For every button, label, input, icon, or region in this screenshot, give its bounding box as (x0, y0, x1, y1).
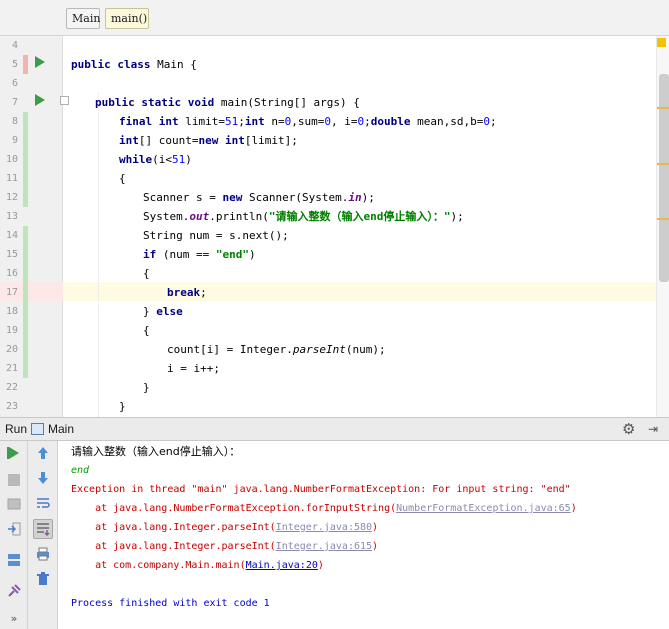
line-number-current: 17 (5, 287, 18, 298)
line-number: 9 (11, 135, 18, 146)
run-toolbar-right (28, 441, 58, 629)
code-line-9: int[] count=new int[limit]; (119, 134, 298, 147)
code-line-12: Scanner s = new Scanner(System.in); (143, 191, 375, 204)
line-number: 18 (5, 306, 18, 317)
line-number: 22 (5, 382, 18, 393)
line-number: 14 (5, 230, 18, 241)
line-number: 10 (5, 154, 18, 165)
warning-marker[interactable] (657, 107, 669, 109)
print-icon[interactable] (34, 545, 52, 563)
line-number: 8 (11, 116, 18, 127)
console-prompt-line: 请输入整数（输入end停止输入）： (71, 445, 241, 458)
code-line-8: final int limit=51;int n=0,sum=0, i=0;do… (119, 115, 497, 128)
breadcrumb-method-main[interactable]: main() (105, 8, 149, 29)
stack-trace-line: at java.lang.Integer.parseInt(Integer.ja… (71, 522, 379, 533)
warning-indicator-icon[interactable] (657, 38, 666, 47)
code-line-20: count[i] = Integer.parseInt(num); (167, 343, 386, 356)
line-number: 13 (5, 211, 18, 222)
line-number: 16 (5, 268, 18, 279)
breadcrumb: Main main() (0, 0, 669, 36)
code-line-16: { (143, 267, 150, 280)
stack-trace-line: at java.lang.Integer.parseInt(Integer.ja… (71, 541, 379, 552)
change-marker (23, 112, 28, 207)
run-panel-header: Run Main ⚙ ⇥ (0, 417, 669, 441)
current-line-highlight (63, 282, 656, 301)
change-marker (23, 55, 28, 74)
run-tab-main[interactable]: Main (48, 422, 74, 436)
restore-layout-icon[interactable] (5, 495, 23, 513)
code-line-11: { (119, 172, 126, 185)
code-line-19: { (143, 324, 150, 337)
code-line-5: public class Main { (71, 58, 197, 71)
layout-icon[interactable] (5, 551, 23, 569)
stack-trace-line: at java.lang.NumberFormatException.forIn… (71, 503, 577, 514)
code-line-13: System.out.println("请输入整数（输入end停止输入）："); (143, 210, 464, 223)
editor-gutter: 4 5 6 7 8 9 10 11 12 13 14 15 16 17 18 1… (0, 36, 63, 417)
run-config-icon (31, 423, 44, 435)
warning-marker[interactable] (657, 163, 669, 165)
code-editor[interactable]: 4 5 6 7 8 9 10 11 12 13 14 15 16 17 18 1… (0, 36, 669, 417)
console-exception-line: Exception in thread "main" java.lang.Num… (71, 484, 571, 495)
line-number: 19 (5, 325, 18, 336)
stack-trace-link[interactable]: Integer.java:615 (276, 541, 372, 552)
code-line-17: break; (167, 286, 207, 299)
run-toolbar-left: » (0, 441, 28, 629)
gear-icon[interactable]: ⚙ (622, 420, 635, 438)
stack-trace-link[interactable]: Integer.java:580 (276, 522, 372, 533)
line-number: 5 (11, 59, 18, 70)
pin-icon[interactable] (5, 582, 23, 600)
line-number: 15 (5, 249, 18, 260)
run-panel: » 请输入整数（输入end停止输入）： end Exception in thr… (0, 441, 669, 629)
stack-trace-link[interactable]: Main.java:20 (246, 560, 318, 571)
code-line-15: if (num == "end") (143, 248, 256, 261)
stop-icon[interactable] (5, 471, 23, 489)
code-line-22: } (143, 381, 150, 394)
run-class-icon[interactable] (35, 56, 45, 68)
run-panel-title: Run (5, 422, 28, 436)
scroll-to-end-icon[interactable] (33, 519, 53, 539)
code-line-7: public static void main(String[] args) { (95, 96, 360, 109)
change-marker (23, 226, 28, 378)
hide-panel-icon[interactable]: ⇥ (648, 422, 662, 436)
editor-scrollbar[interactable] (659, 74, 669, 282)
breadcrumb-class-main[interactable]: Main (66, 8, 100, 29)
run-main-icon[interactable] (35, 94, 45, 106)
code-line-10: while(i<51) (119, 153, 192, 166)
exit-icon[interactable] (5, 520, 23, 538)
line-number: 7 (11, 97, 18, 108)
code-line-21: i = i++; (167, 362, 220, 375)
code-line-18: } else (143, 305, 183, 318)
warning-marker[interactable] (657, 218, 669, 220)
line-number: 12 (5, 192, 18, 203)
up-arrow-icon[interactable] (34, 444, 52, 462)
line-number: 11 (5, 173, 18, 184)
console-input-echo: end (71, 465, 90, 476)
soft-wrap-icon[interactable] (34, 494, 52, 512)
code-line-14: String num = s.next(); (143, 229, 289, 242)
trash-icon[interactable] (34, 570, 52, 588)
down-arrow-icon[interactable] (34, 469, 52, 487)
line-number: 21 (5, 363, 18, 374)
line-number: 4 (11, 40, 18, 51)
rerun-icon[interactable] (5, 444, 23, 462)
fold-icon[interactable] (60, 96, 69, 105)
stack-trace-line: at com.company.Main.main(Main.java:20) (71, 560, 324, 571)
console-process-finished: Process finished with exit code 1 (71, 598, 270, 609)
line-number: 20 (5, 344, 18, 355)
line-number: 6 (11, 78, 18, 89)
more-icon[interactable]: » (5, 610, 23, 628)
line-number: 23 (5, 401, 18, 412)
code-line-23: } (119, 400, 126, 413)
stack-trace-link[interactable]: NumberFormatException.java:65 (396, 503, 571, 514)
indent-guide (98, 92, 99, 417)
